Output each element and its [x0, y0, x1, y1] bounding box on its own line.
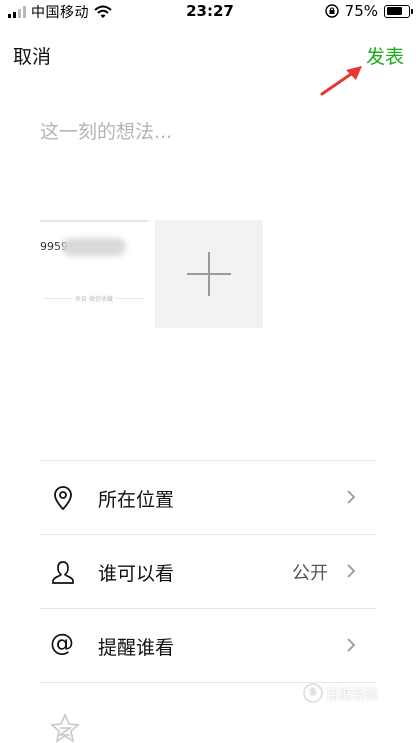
status-bar: 中国移动 23:27 75% [0, 0, 420, 24]
at-icon: @ [50, 629, 74, 657]
option-location[interactable]: 所在位置 [40, 460, 376, 534]
battery-percent: 75% [344, 2, 378, 20]
location-pin-icon [54, 486, 72, 511]
attached-image-thumbnail[interactable]: 9959 来自 微信收藏 [40, 220, 148, 328]
sync-qzone-icon[interactable] [50, 713, 80, 743]
watermark-logo-icon: S [303, 683, 323, 703]
post-options-list: 所在位置 谁可以看 公开 @ 提醒谁看 [40, 460, 376, 683]
watermark-text: 百度经验 [326, 687, 379, 703]
chevron-right-icon [347, 638, 356, 652]
publish-button[interactable]: 发表 [366, 42, 404, 69]
thumbnail-footer: 来自 微信收藏 [73, 296, 115, 303]
chevron-right-icon [347, 490, 356, 504]
post-text-input[interactable] [40, 115, 380, 149]
option-visibility[interactable]: 谁可以看 公开 [40, 534, 376, 608]
annotation-arrow-icon [320, 66, 362, 96]
blurred-content [62, 238, 126, 256]
person-icon [52, 561, 74, 584]
cancel-button[interactable]: 取消 [13, 42, 51, 69]
option-label: 提醒谁看 [98, 637, 175, 659]
visibility-value: 公开 [292, 563, 328, 584]
option-label: 所在位置 [98, 489, 175, 511]
add-photo-button[interactable] [155, 220, 263, 328]
option-label: 谁可以看 [98, 563, 175, 585]
chevron-right-icon [347, 564, 356, 578]
option-mention[interactable]: @ 提醒谁看 [40, 608, 376, 682]
status-right: 75% [324, 2, 413, 20]
battery-icon [384, 4, 413, 18]
watermark: S 百度经验 [303, 683, 378, 703]
orientation-lock-icon [324, 4, 339, 18]
